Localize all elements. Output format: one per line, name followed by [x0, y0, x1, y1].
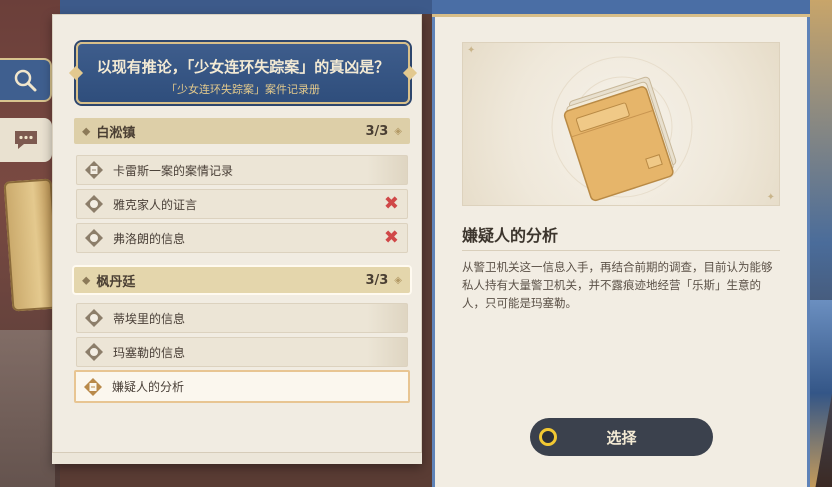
speech-icon	[83, 227, 105, 249]
question-title: 以现有推论，「少女连环失踪案」的真凶是？	[96, 58, 390, 76]
speech-icon	[83, 193, 105, 215]
clue-label: 蒂埃里的信息	[113, 311, 186, 326]
document-icon	[82, 376, 104, 398]
detail-description: 从警卫机关这一信息入手，再结合前期的调查，目前认为能够私人持有大量警卫机关，并不…	[462, 260, 773, 310]
location-pin-icon: ⬥	[82, 123, 91, 138]
clue-label: 弗洛朗的信息	[113, 231, 186, 246]
cross-icon: ✖	[383, 227, 399, 248]
case-record-subtitle: 「少女连环失踪案」案件记录册	[166, 83, 320, 96]
magnifier-icon	[12, 67, 38, 93]
title-divider	[462, 250, 780, 251]
section-header-fontaine[interactable]: ⬥ 枫丹廷 3/3 ◈	[74, 267, 410, 293]
clue-image-frame: ✦ ✦	[462, 42, 780, 206]
detail-top-band	[432, 0, 810, 14]
section-header-baisong[interactable]: ⬥ 白淞镇 3/3 ◈	[74, 118, 410, 144]
detail-top-trim	[432, 14, 810, 17]
speech-icon	[83, 307, 105, 329]
background-hourglass	[0, 330, 55, 487]
clue-label: 玛塞勒的信息	[113, 345, 186, 360]
clue-item-selected[interactable]: 嫌疑人的分析	[74, 370, 410, 403]
clue-item[interactable]: 蒂埃里的信息	[76, 303, 408, 333]
clue-label: 雅克家人的证言	[113, 197, 198, 212]
tab-dialogue[interactable]	[0, 118, 52, 162]
row-decoration	[367, 304, 407, 332]
clue-label: 卡雷斯一案的案情记录	[113, 163, 234, 178]
clue-item[interactable]: 雅克家人的证言 ✖	[76, 189, 408, 219]
question-banner: 以现有推论，「少女连环失踪案」的真凶是？ 「少女连环失踪案」案件记录册	[76, 42, 410, 104]
row-decoration	[367, 156, 407, 184]
speech-icon	[83, 341, 105, 363]
folder-illustration	[551, 56, 693, 202]
select-button-label: 选择	[606, 428, 637, 447]
clue-item[interactable]: 玛塞勒的信息	[76, 337, 408, 367]
diamond-icon: ◈	[394, 125, 402, 137]
speech-bubble-icon	[12, 128, 40, 152]
clue-item[interactable]: 弗洛朗的信息 ✖	[76, 223, 408, 253]
location-pin-icon: ⬥	[82, 272, 91, 287]
select-button[interactable]: 选择	[530, 418, 713, 456]
section-name: 枫丹廷	[96, 274, 136, 290]
clue-item[interactable]: 卡雷斯一案的案情记录	[76, 155, 408, 185]
cross-icon: ✖	[383, 193, 399, 214]
diamond-icon: ◈	[394, 274, 402, 286]
section-count: 3/3	[365, 272, 389, 288]
document-icon	[83, 159, 105, 181]
section-count: 3/3	[365, 123, 389, 139]
detail-title: 嫌疑人的分析	[462, 226, 559, 245]
clue-label: 嫌疑人的分析	[112, 380, 185, 394]
row-decoration	[367, 338, 407, 366]
section-name: 白淞镇	[96, 125, 136, 141]
panel-bottom-edge	[52, 452, 422, 464]
tab-search[interactable]	[0, 58, 52, 102]
